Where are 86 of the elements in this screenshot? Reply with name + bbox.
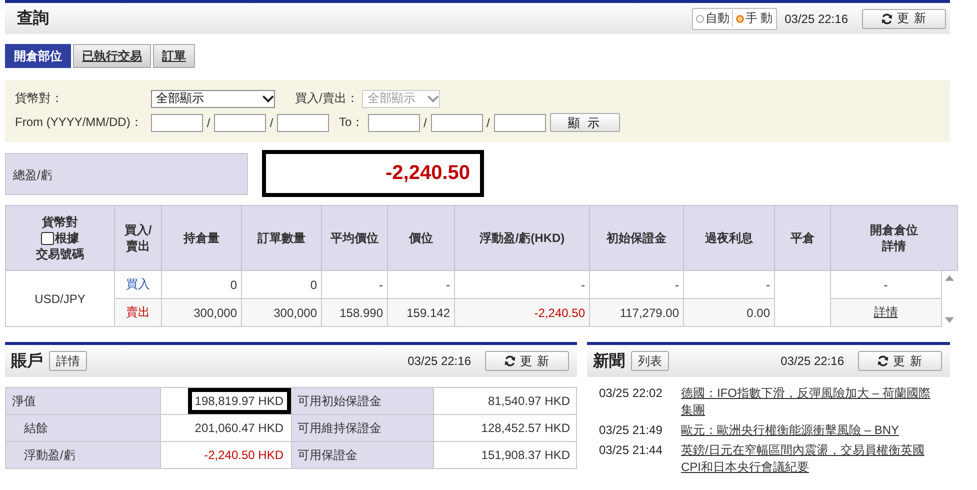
date-field[interactable] [151,114,203,132]
detail-link[interactable]: 詳情 [874,305,898,319]
date-field[interactable] [368,114,420,132]
table-cell: 158.990 [322,298,388,326]
field-label: 買入/賣出： [295,90,358,107]
column-header: 持倉量 [182,230,220,246]
table-cell: 81,540.97 HKD [434,388,576,414]
refresh-icon [876,355,889,367]
table-cell: 可用保證金 [291,442,434,468]
panel-button[interactable]: 詳情 [49,351,87,371]
table-cell: 117,279.00 [590,298,684,326]
column-header: 開倉倉位 [869,222,919,238]
update-time: 03/25 22:16 [408,354,471,368]
date-field[interactable] [277,114,329,132]
table-cell: 300,000 [242,298,322,326]
refresh-icon [880,12,893,24]
news-headline[interactable]: 德國：IFO指數下滑，反彈風險加大 – 荷蘭國際集團 [681,385,942,419]
update-time: 03/25 22:16 [780,354,844,368]
total-label: 總盈/虧 [5,152,248,194]
refresh-button[interactable]: 更 新 [485,351,569,371]
checkbox-option[interactable]: 根據 [7,230,113,246]
date-separator: / [486,116,491,130]
field-label: 貨幣對： [15,90,64,107]
table-cell: USD/JPY [6,270,114,326]
column-header: 價位 [408,230,434,246]
table-cell: 198,819.97 HKD [188,388,291,414]
page-title: 查詢 [17,8,49,29]
tab[interactable]: 已執行交易 [73,44,151,68]
scroll-up-icon[interactable] [945,275,954,281]
column-header: 過夜利息 [704,230,754,246]
news-time: 03/25 21:44 [599,442,664,459]
column-header: 平倉 [790,230,816,246]
table-cell: 可用初始保證金 [291,388,434,414]
column-header: 平均價位 [330,230,380,246]
panel-title: 新聞 [593,351,625,372]
pair-select[interactable]: 全部顯示 [151,90,275,108]
column-header: 初始保證金 [605,230,668,246]
table-cell: 159.142 [388,298,454,326]
scroll-down-icon[interactable] [945,316,954,322]
news-time: 03/25 21:49 [599,422,664,439]
date-field[interactable] [214,114,266,132]
news-headline[interactable]: 英鎊/日元在窄幅區間內震盪，交易員權衡英國CPI和日本央行會議紀要 [681,442,942,476]
table-cell: - [884,278,888,292]
news-time: 03/25 22:02 [599,385,664,402]
table-cell: 淨值 [6,388,160,414]
total-value: -2,240.50 [262,150,484,197]
table-cell: 可用維持保證金 [291,414,434,442]
radio-option[interactable]: 自動 [693,10,732,27]
column-subtitle: 交易號碼 [35,246,85,262]
refresh-button[interactable]: 更 新 [858,351,942,371]
refresh-button[interactable]: 更 新 [862,8,946,28]
table-cell: 151,908.37 HKD [434,442,576,468]
field-label: From (YYYY/MM/DD)： [15,114,144,131]
checkbox[interactable] [41,232,54,244]
table-cell: 128,452.57 HKD [434,414,576,442]
panel-title: 賬戶 [11,351,43,372]
date-field[interactable] [430,114,483,132]
date-separator: / [206,116,212,130]
tab[interactable]: 訂單 [153,44,195,68]
refresh-icon [504,355,516,367]
show-button[interactable]: 顯 示 [550,113,620,132]
column-title: 貨幣對 [41,214,79,230]
table-cell: 結餘 [6,414,160,442]
table-cell: 300,000 [162,298,242,326]
table-cell: -2,240.50 [454,298,590,326]
field-label: To： [339,114,364,131]
table-cell: 0.00 [684,298,774,326]
radio-icon[interactable] [736,14,744,22]
news-headline[interactable]: 歐元：歐洲央行權衡能源衝擊風險 – BNY [681,422,900,439]
panel-button[interactable]: 列表 [631,351,669,371]
date-field[interactable] [494,114,546,132]
table-cell-text: -2,240.50 HKD [203,447,285,464]
column-header: 浮動盈/虧(HKD) [478,230,566,246]
update-time: 03/25 22:16 [784,12,848,26]
tab[interactable]: 開倉部位 [5,44,71,68]
radio-option[interactable]: 手 動 [732,10,776,27]
column-header: 訂單數量 [256,230,306,246]
column-header: 詳情 [880,238,907,254]
column-header: 賣出 [125,238,151,254]
date-separator: / [422,116,428,130]
date-separator: / [268,116,274,130]
table-cell: 賣出 [114,298,162,326]
column-header: 買入/ [123,222,153,238]
table-cell-text: 201,060.47 HKD [194,420,285,437]
table-cell: 浮動盈/虧 [6,442,160,468]
radio-icon[interactable] [696,14,704,22]
